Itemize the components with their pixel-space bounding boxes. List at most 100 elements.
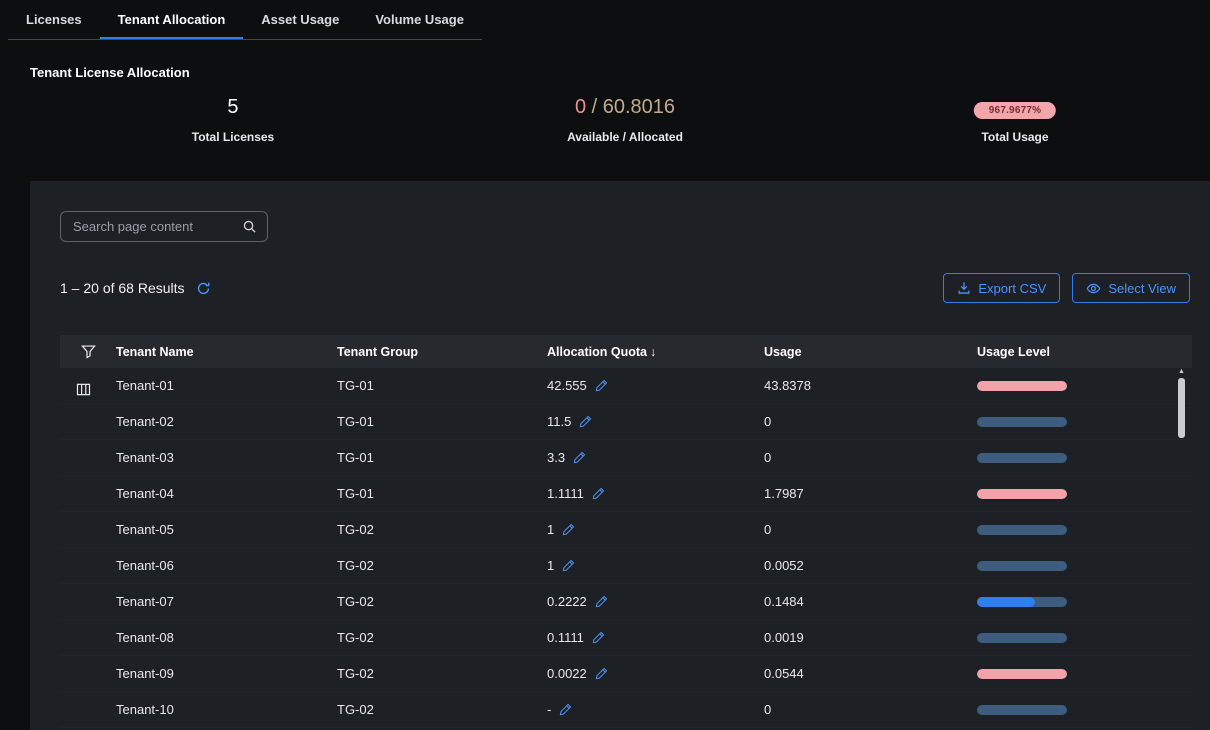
search-input[interactable] (71, 218, 242, 235)
cell-usage-level (969, 633, 1192, 643)
search-box[interactable] (60, 211, 268, 242)
edit-quota-icon[interactable] (559, 703, 572, 716)
select-view-label: Select View (1108, 281, 1176, 296)
cell-usage-level (969, 381, 1192, 391)
table-row[interactable]: Tenant-07 TG-02 0.2222 0.1484 (60, 584, 1192, 620)
cell-tenant-group: TG-02 (329, 522, 539, 537)
col-header-usage-level[interactable]: Usage Level (969, 345, 1192, 359)
sort-desc-icon[interactable]: ↓ (650, 345, 656, 359)
edit-quota-icon[interactable] (592, 631, 605, 644)
cell-usage-level (969, 525, 1192, 535)
scrollbar-thumb[interactable] (1178, 378, 1185, 438)
cell-usage-level (969, 705, 1192, 715)
usage-bar-track (977, 633, 1067, 643)
cell-usage: 0 (756, 450, 969, 465)
edit-quota-icon[interactable] (595, 595, 608, 608)
usage-bar-track (977, 381, 1067, 391)
cell-tenant-group: TG-02 (329, 666, 539, 681)
table-scrollbar[interactable]: ▲ (1178, 368, 1185, 730)
usage-bar-fill (977, 597, 1035, 607)
filter-icon[interactable] (60, 344, 108, 359)
cell-tenant-name: Tenant-08 (108, 630, 329, 645)
tab-asset-usage[interactable]: Asset Usage (243, 0, 357, 39)
cell-tenant-group: TG-02 (329, 558, 539, 573)
table-row[interactable]: Tenant-09 TG-02 0.0022 0.0544 (60, 656, 1192, 692)
export-csv-button[interactable]: Export CSV (943, 273, 1060, 303)
edit-quota-icon[interactable] (562, 559, 575, 572)
cell-usage-level (969, 417, 1192, 427)
cell-usage: 0.1484 (756, 594, 969, 609)
usage-bar-track (977, 417, 1067, 427)
eye-icon (1086, 281, 1101, 296)
cell-allocation-quota: 0.2222 (539, 594, 756, 609)
col-header-tenant-group[interactable]: Tenant Group (329, 345, 539, 359)
tab-bar: LicensesTenant AllocationAsset UsageVolu… (8, 0, 482, 40)
total-usage-badge-wrap: 967.9677% (974, 96, 1056, 119)
usage-bar-track (977, 597, 1067, 607)
search-icon[interactable] (242, 219, 257, 234)
cell-tenant-name: Tenant-07 (108, 594, 329, 609)
cell-usage-level (969, 561, 1192, 571)
scroll-up-icon[interactable]: ▲ (1178, 368, 1185, 376)
cell-tenant-name: Tenant-03 (108, 450, 329, 465)
select-view-button[interactable]: Select View (1072, 273, 1190, 303)
total-usage-label: Total Usage (974, 130, 1056, 144)
table-row[interactable]: Tenant-10 TG-02 - 0 (60, 692, 1192, 728)
usage-bar-track (977, 705, 1067, 715)
usage-bar-track (977, 489, 1067, 499)
quota-value: 11.5 (547, 414, 571, 429)
available-allocated-label: Available / Allocated (567, 130, 683, 144)
cell-tenant-group: TG-01 (329, 414, 539, 429)
usage-bar-track (977, 525, 1067, 535)
cell-allocation-quota: - (539, 702, 756, 717)
col-header-usage[interactable]: Usage (756, 345, 969, 359)
quota-value: 1 (547, 522, 554, 537)
cell-tenant-group: TG-02 (329, 702, 539, 717)
refresh-icon[interactable] (196, 281, 211, 296)
table-row[interactable]: Tenant-01 TG-01 42.555 43.8378 (60, 368, 1192, 404)
cell-usage-level (969, 489, 1192, 499)
quota-value: 42.555 (547, 378, 587, 393)
col-header-tenant-name[interactable]: Tenant Name (108, 345, 329, 359)
edit-quota-icon[interactable] (595, 379, 608, 392)
edit-quota-icon[interactable] (592, 487, 605, 500)
cell-usage: 0.0019 (756, 630, 969, 645)
total-licenses-label: Total Licenses (192, 130, 274, 144)
tab-tenant-allocation[interactable]: Tenant Allocation (100, 0, 244, 39)
allocated-separator: / (586, 96, 603, 118)
usage-bar-track (977, 669, 1067, 679)
quota-value: 1.1111 (547, 486, 584, 501)
cell-usage-level (969, 453, 1192, 463)
allocated-value: 60.8016 (603, 96, 675, 118)
tab-licenses[interactable]: Licenses (8, 0, 100, 39)
table-row[interactable]: Tenant-04 TG-01 1.1111 1.7987 (60, 476, 1192, 512)
table-row[interactable]: Tenant-02 TG-01 11.5 0 (60, 404, 1192, 440)
cell-tenant-name: Tenant-04 (108, 486, 329, 501)
cell-usage: 0.0544 (756, 666, 969, 681)
tab-volume-usage[interactable]: Volume Usage (357, 0, 482, 39)
cell-allocation-quota: 11.5 (539, 414, 756, 429)
cell-tenant-group: TG-02 (329, 594, 539, 609)
table-body: Tenant-01 TG-01 42.555 43.8378 Tenant-02… (60, 368, 1192, 728)
cell-tenant-name: Tenant-02 (108, 414, 329, 429)
column-settings-icon[interactable] (76, 382, 91, 402)
table-row[interactable]: Tenant-08 TG-02 0.1111 0.0019 (60, 620, 1192, 656)
edit-quota-icon[interactable] (562, 523, 575, 536)
table-row[interactable]: Tenant-03 TG-01 3.3 0 (60, 440, 1192, 476)
usage-bar-track (977, 561, 1067, 571)
edit-quota-icon[interactable] (579, 415, 592, 428)
col-header-allocation-quota[interactable]: Allocation Quota↓ (539, 345, 756, 359)
table-row[interactable]: Tenant-06 TG-02 1 0.0052 (60, 548, 1192, 584)
cell-usage: 0.0052 (756, 558, 969, 573)
cell-tenant-name: Tenant-10 (108, 702, 329, 717)
table-row[interactable]: Tenant-05 TG-02 1 0 (60, 512, 1192, 548)
quota-value: 0.1111 (547, 630, 584, 645)
cell-tenant-group: TG-01 (329, 486, 539, 501)
usage-bar-fill (977, 381, 1067, 391)
cell-allocation-quota: 1.1111 (539, 486, 756, 501)
edit-quota-icon[interactable] (595, 667, 608, 680)
cell-tenant-name: Tenant-09 (108, 666, 329, 681)
quota-value: - (547, 702, 551, 717)
edit-quota-icon[interactable] (573, 451, 586, 464)
stat-available-allocated: 0 / 60.8016 Available / Allocated (567, 96, 683, 144)
